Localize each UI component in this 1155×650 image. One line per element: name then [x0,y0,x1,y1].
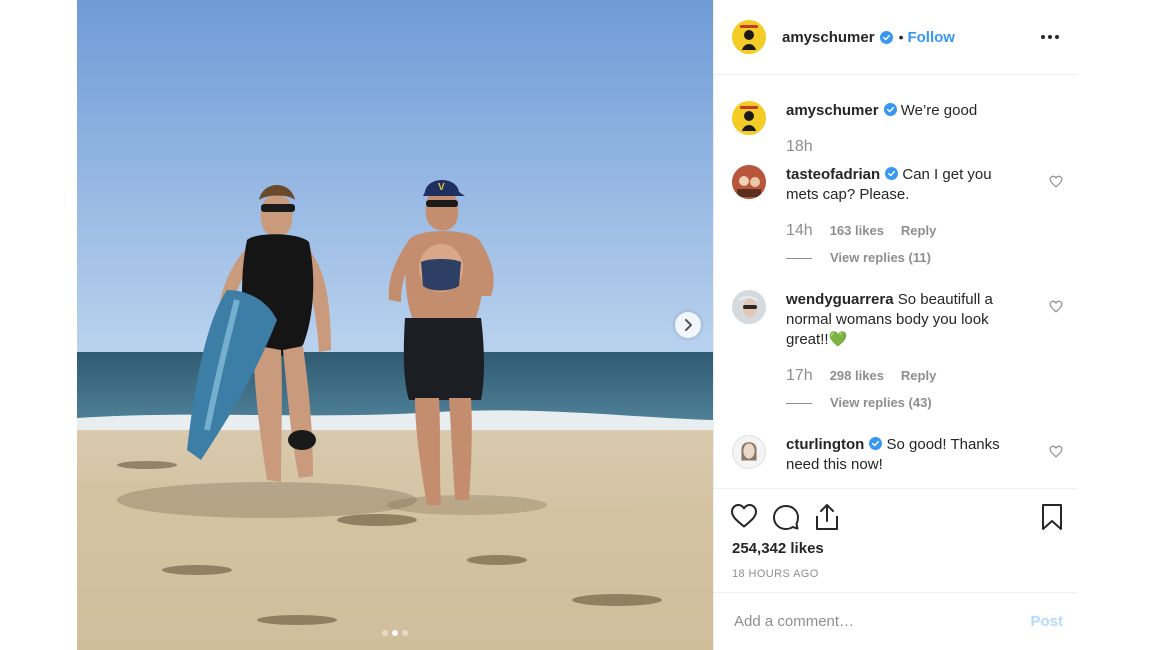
caption-time[interactable]: 18h [786,137,813,157]
author-avatar[interactable] [732,20,766,54]
view-replies-button[interactable]: View replies (11) [786,248,1026,268]
post-header: amyschumer • Follow [714,0,1077,75]
post-actions: 254,342 likes 18 HOURS AGO [714,488,1077,593]
verified-badge-icon [879,30,893,44]
view-replies-label: View replies (43) [830,395,932,410]
follow-button[interactable]: Follow [907,29,955,46]
reply-button[interactable]: Reply [901,366,936,386]
verified-badge-icon [869,437,883,450]
add-comment-bar: Post [714,592,1077,650]
svg-text:V: V [438,182,445,193]
comment-username[interactable]: tasteofadrian [786,166,880,183]
share-icon[interactable] [814,503,840,531]
add-comment-input[interactable] [732,612,1031,631]
carousel-indicator [77,630,713,636]
comment-item: wendyguarrera So beautifull a normal wom… [732,290,1063,413]
like-comment-heart-icon[interactable] [1049,445,1063,458]
post-sidebar: amyschumer • Follow amyschumer We’re goo… [713,0,1077,650]
comment-likes[interactable]: 163 likes [830,221,884,241]
like-heart-icon[interactable] [730,503,758,529]
like-count[interactable]: 254,342 likes [732,540,824,557]
view-replies-button[interactable]: View replies (43) [786,393,1026,413]
verified-badge-icon [883,103,897,116]
caption-username[interactable]: amyschumer [786,102,879,119]
verified-badge-icon [885,167,899,180]
caption-avatar[interactable] [732,101,766,135]
post-frame: V amyschumer • Follow amyschumer We’re g… [77,0,1077,650]
more-options-icon[interactable] [1041,35,1059,39]
commenter-avatar[interactable] [732,165,766,199]
comment-time[interactable]: 17h [786,366,813,386]
view-replies-label: View replies (11) [830,250,931,265]
separator-bullet: • [898,29,904,45]
comments-list[interactable]: amyschumer We’re good 18h tasteofadrian … [714,76,1077,488]
comment-time[interactable]: 14h [786,221,813,241]
caption-row: amyschumer We’re good 18h [732,101,1063,157]
post-comment-button[interactable]: Post [1030,613,1063,630]
comment-item: cturlington So good! Thanks need this no… [732,435,1063,475]
post-timestamp: 18 HOURS AGO [732,568,819,580]
profile-picture-icon [732,290,766,324]
comment-bubble-icon[interactable] [772,503,800,531]
comment-item: tasteofadrian Can I get you mets cap? Pl… [732,165,1063,268]
commenter-avatar[interactable] [732,435,766,469]
reply-button[interactable]: Reply [901,221,936,241]
profile-picture-icon [732,165,766,199]
profile-picture-icon [732,101,766,135]
post-photo[interactable]: V [77,0,713,650]
profile-picture-icon [733,436,765,468]
like-comment-heart-icon[interactable] [1049,300,1063,313]
author-username[interactable]: amyschumer [782,29,875,46]
next-photo-button[interactable] [675,312,701,338]
carousel-dot [402,630,408,636]
bookmark-save-icon[interactable] [1041,503,1063,531]
comment-username[interactable]: cturlington [786,436,864,453]
profile-picture-icon [732,20,766,54]
comment-username[interactable]: wendyguarrera [786,291,894,308]
carousel-dot [392,630,398,636]
comment-likes[interactable]: 298 likes [830,366,884,386]
action-icons [730,503,1063,531]
caption-text: We’re good [900,102,978,119]
divider [786,257,812,259]
beach-photo: V [77,0,713,650]
commenter-avatar[interactable] [732,290,766,324]
chevron-right-icon [685,319,692,331]
like-comment-heart-icon[interactable] [1049,175,1063,188]
divider [786,402,812,404]
carousel-dot [382,630,388,636]
